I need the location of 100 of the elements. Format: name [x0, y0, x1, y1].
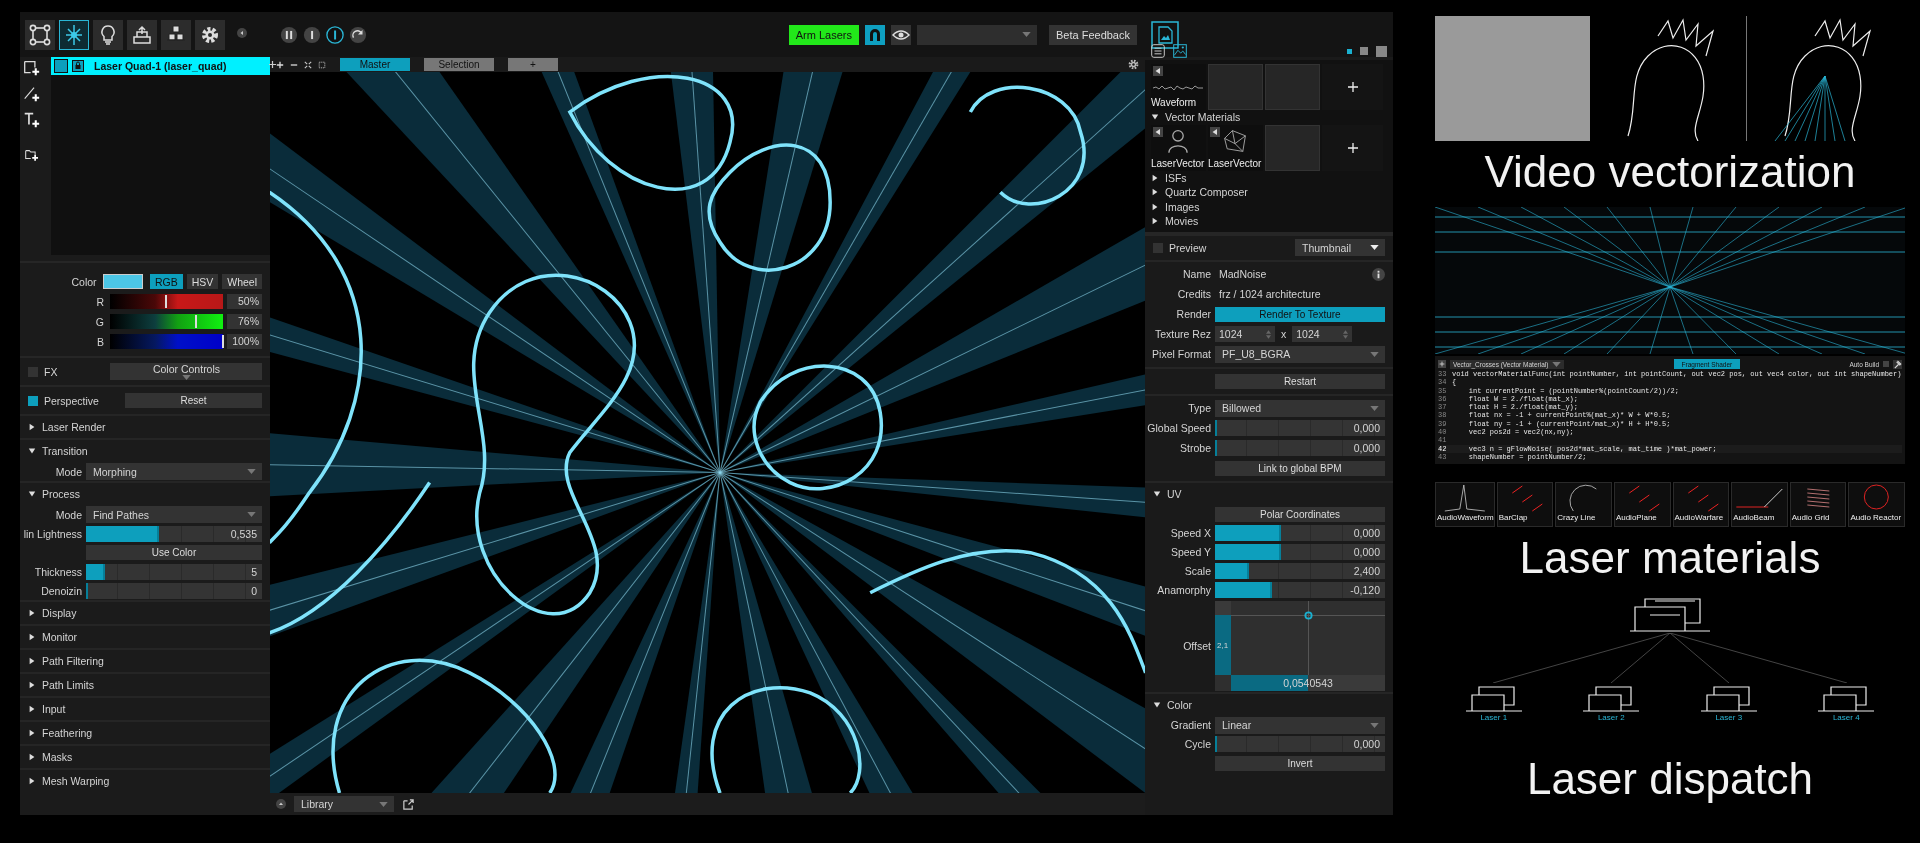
play-icon[interactable]: [1153, 126, 1163, 137]
add-line-icon[interactable]: [23, 85, 40, 102]
section-header[interactable]: UV: [1145, 482, 1393, 505]
slider[interactable]: 0,000: [1215, 544, 1385, 560]
slider[interactable]: 0,535: [86, 525, 262, 542]
channel-slider[interactable]: [109, 334, 223, 349]
redo-icon[interactable]: [349, 25, 367, 44]
section-header[interactable]: Path Limits: [20, 674, 270, 696]
slider-thumb[interactable]: [103, 563, 106, 580]
number-field[interactable]: 1024: [1292, 326, 1353, 342]
dropdown[interactable]: Billowed: [1215, 399, 1385, 417]
arm-lasers-button[interactable]: Arm Lasers: [788, 24, 859, 45]
hammer-icon[interactable]: [1893, 359, 1902, 369]
layout-size-toggle[interactable]: [1360, 47, 1368, 55]
export-icon[interactable]: [402, 797, 415, 811]
action-button[interactable]: Invert: [1215, 755, 1385, 771]
canvas-tab[interactable]: Master: [340, 58, 410, 71]
slider-thumb[interactable]: [165, 295, 168, 308]
collapsed-triangle-icon[interactable]: [28, 705, 36, 713]
library-dropdown[interactable]: Library: [294, 796, 394, 812]
layout-size-toggle[interactable]: [1347, 48, 1352, 54]
library-folder[interactable]: Images: [1151, 199, 1383, 214]
slider[interactable]: 0,000: [1215, 440, 1385, 456]
settings-icon[interactable]: [1127, 58, 1140, 71]
section-header[interactable]: Path Filtering: [20, 650, 270, 672]
library-folder[interactable]: Quartz Composer: [1151, 185, 1383, 200]
material-thumbnail[interactable]: AudioBeam: [1731, 482, 1788, 528]
section-header[interactable]: Monitor: [20, 626, 270, 648]
feedback-button[interactable]: Beta Feedback: [1049, 24, 1137, 45]
dropdown[interactable]: Find Pathes: [86, 506, 262, 523]
mode-button[interactable]: [161, 19, 191, 50]
channel-slider[interactable]: [109, 314, 223, 329]
section-header[interactable]: Color: [1145, 693, 1393, 716]
record-icon[interactable]: [326, 25, 344, 44]
canvas-tab[interactable]: Selection: [424, 58, 494, 71]
canvas-tab[interactable]: +: [508, 58, 558, 71]
preview-mode-dropdown[interactable]: Thumbnail: [1295, 239, 1385, 256]
xy-pad[interactable]: 2,1 0,0540543: [1215, 600, 1385, 691]
collapse-icon[interactable]: [276, 799, 286, 809]
material-thumbnail[interactable]: Crazy Line: [1555, 482, 1612, 528]
slider-thumb[interactable]: [221, 335, 224, 348]
image-view-icon[interactable]: [1173, 44, 1187, 58]
section-header[interactable]: Mesh Warping: [20, 770, 270, 792]
material-thumbnail[interactable]: AudioWarfare: [1672, 482, 1730, 528]
mode-button[interactable]: [25, 19, 55, 50]
library-folder[interactable]: Movies: [1151, 214, 1383, 229]
dropdown[interactable]: PF_U8_BGRA: [1215, 345, 1385, 363]
channel-slider[interactable]: [109, 294, 223, 309]
stop-icon[interactable]: [303, 25, 321, 44]
material-thumbnail[interactable]: Audio Reactor: [1848, 482, 1905, 528]
slider[interactable]: -0,120: [1215, 582, 1385, 598]
collapsed-triangle-icon[interactable]: [28, 681, 36, 689]
pause-icon[interactable]: [280, 25, 298, 44]
reset-button[interactable]: Reset: [125, 393, 262, 408]
slider-thumb[interactable]: [1278, 525, 1281, 541]
slider[interactable]: 0,000: [1215, 525, 1385, 541]
mode-button[interactable]: [195, 19, 225, 50]
slider-thumb[interactable]: [1246, 563, 1249, 579]
section-header[interactable]: Process: [20, 483, 270, 505]
mode-button[interactable]: [59, 19, 89, 50]
section-header[interactable]: Feathering: [20, 722, 270, 744]
collapsed-triangle-icon[interactable]: [1151, 188, 1159, 197]
collapsed-triangle-icon[interactable]: [28, 777, 36, 785]
pad-handle[interactable]: [1304, 611, 1313, 621]
expanded-triangle-icon[interactable]: [28, 490, 36, 498]
color-mode-tab[interactable]: HSV: [186, 274, 219, 289]
fit-view-icon[interactable]: [304, 60, 312, 69]
checkbox[interactable]: [28, 395, 38, 406]
collapsed-triangle-icon[interactable]: [28, 609, 36, 617]
image-document-icon[interactable]: [1151, 20, 1179, 49]
section-header[interactable]: Display: [20, 602, 270, 624]
action-button[interactable]: Link to global BPM: [1215, 460, 1385, 476]
list-view-icon[interactable]: [1151, 44, 1165, 58]
color-mode-tab[interactable]: Wheel: [222, 274, 262, 289]
layer-color-swatch[interactable]: [54, 59, 68, 73]
add-text-icon[interactable]: [23, 111, 40, 128]
action-button[interactable]: Restart: [1215, 373, 1385, 389]
slider[interactable]: 0,000: [1215, 420, 1385, 436]
section-header[interactable]: Transition: [20, 440, 270, 462]
frame-icon[interactable]: [318, 60, 326, 69]
collapsed-triangle-icon[interactable]: [1151, 173, 1159, 182]
slider-thumb[interactable]: [1270, 582, 1273, 598]
collapsed-triangle-icon[interactable]: [28, 423, 36, 431]
add-folder-icon[interactable]: [23, 147, 40, 162]
y-track[interactable]: [1215, 600, 1231, 675]
dropdown[interactable]: Color Controls: [110, 363, 262, 380]
mode-button[interactable]: [93, 19, 123, 50]
library-folder[interactable]: Vector Materials: [1151, 110, 1383, 125]
expanded-triangle-icon[interactable]: [1153, 700, 1161, 709]
slider-thumb[interactable]: [1278, 544, 1281, 560]
section-header[interactable]: Input: [20, 698, 270, 720]
expanded-triangle-icon[interactable]: [1151, 113, 1159, 122]
checkbox[interactable]: [28, 366, 38, 377]
collapsed-triangle-icon[interactable]: [1151, 202, 1159, 211]
material-thumbnail[interactable]: AudioPlane: [1613, 482, 1671, 528]
layer-row[interactable]: Laser Quad-1 (laser_quad): [51, 57, 270, 75]
mode-button[interactable]: [127, 19, 157, 50]
magnet-icon[interactable]: [865, 24, 885, 45]
dropdown[interactable]: Morphing: [86, 463, 262, 480]
expanded-triangle-icon[interactable]: [1153, 489, 1161, 498]
